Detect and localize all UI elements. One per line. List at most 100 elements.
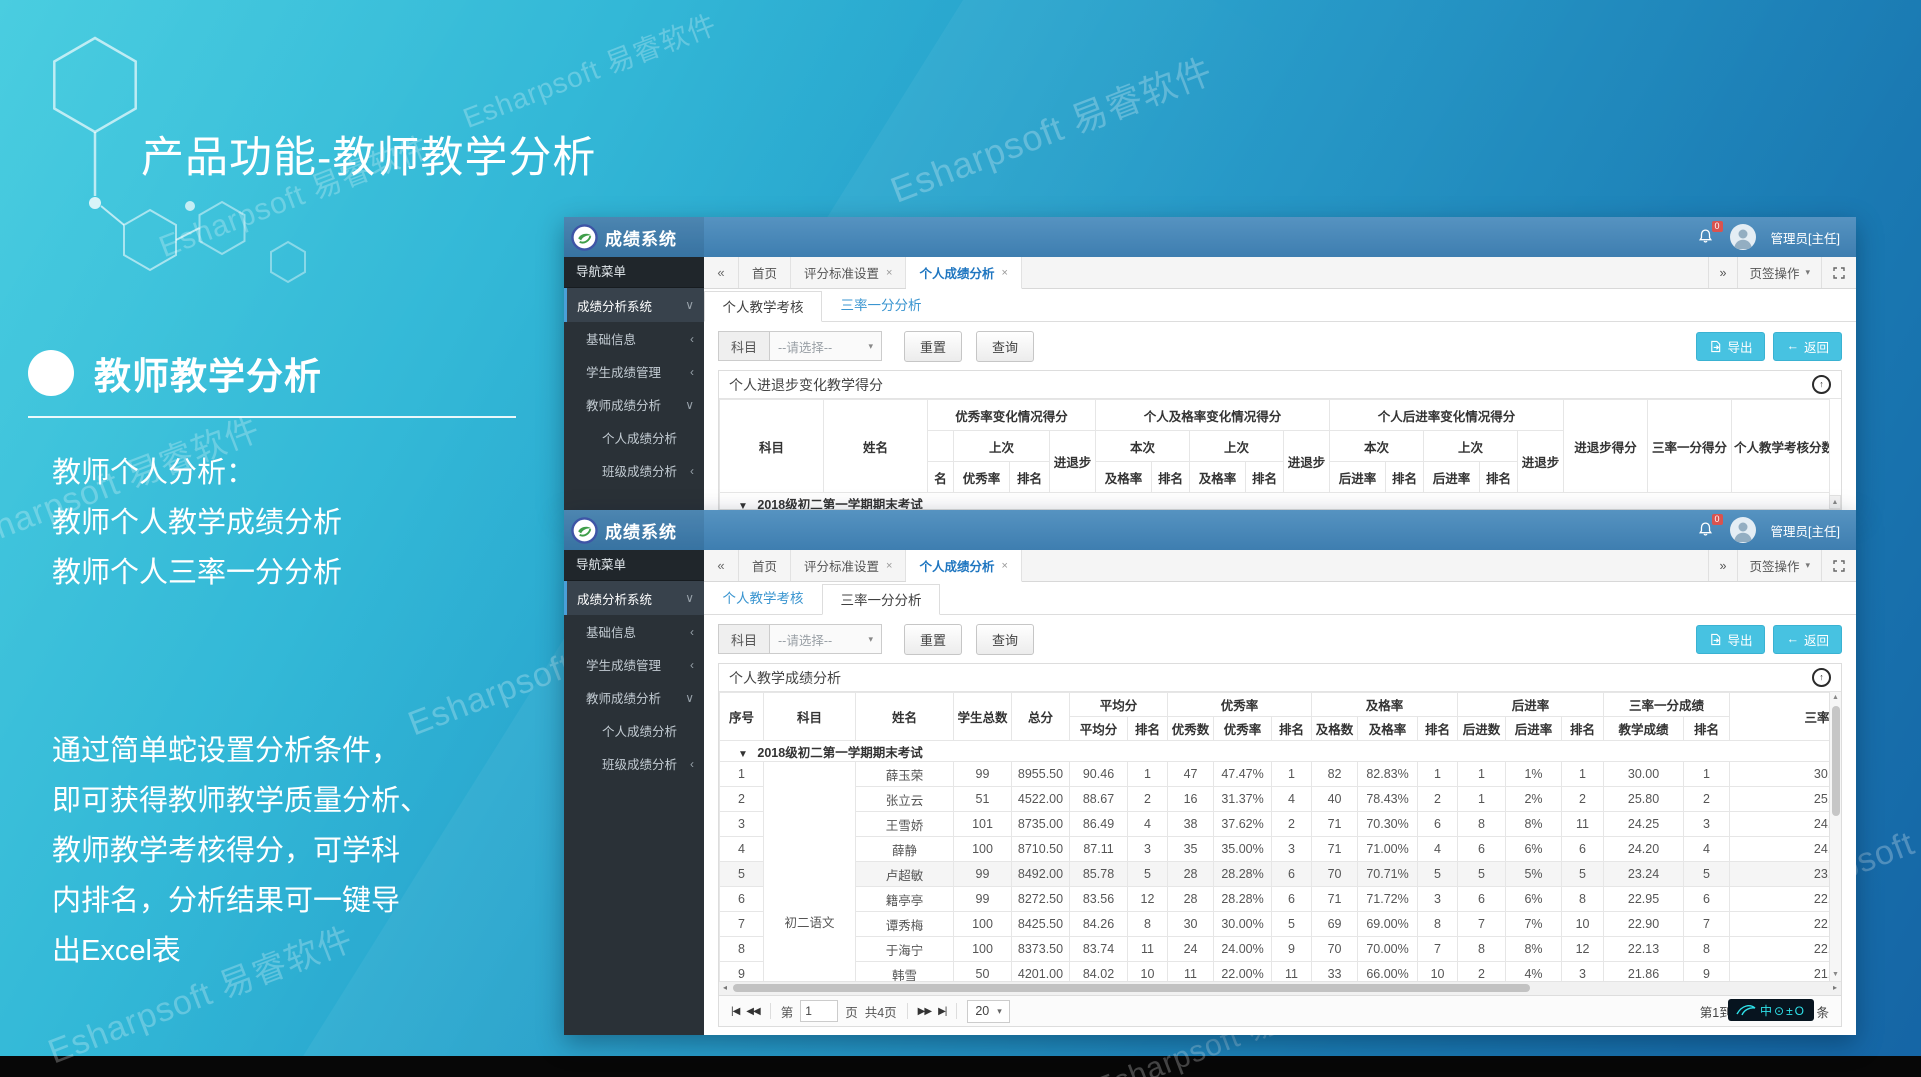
pager-next-button[interactable]: ▶▶ — [918, 1006, 931, 1017]
subtab[interactable]: 个人教学考核 — [704, 583, 822, 614]
column-header[interactable]: 姓名 — [824, 400, 928, 493]
avatar[interactable] — [1730, 224, 1756, 250]
subtab[interactable]: 三率一分分析 — [822, 290, 940, 321]
scrollbar-left-arrow[interactable]: ◂ — [719, 982, 731, 994]
scrollbar-down-arrow[interactable]: ▼ — [1832, 969, 1839, 981]
tab-operations-dropdown[interactable]: 页签操作 ▾ — [1737, 257, 1821, 288]
pager-first-button[interactable]: |◀ — [731, 1006, 739, 1017]
back-button[interactable]: ← 返回 — [1773, 625, 1842, 654]
column-header[interactable]: 及格率 — [1190, 462, 1246, 493]
column-header[interactable]: 排名 — [1152, 462, 1190, 493]
subtab-active[interactable]: 个人教学考核 — [704, 291, 822, 322]
tab-item[interactable]: 评分标准设置× — [791, 257, 906, 288]
user-name[interactable]: 管理员[主任] — [1771, 521, 1840, 540]
column-header[interactable]: 及格率 — [1096, 462, 1152, 493]
column-header[interactable]: 排名 — [1272, 717, 1312, 741]
sidebar-item[interactable]: 班级成绩分析‹ — [564, 454, 704, 487]
sidebar-item[interactable]: 学生成绩管理‹ — [564, 648, 704, 681]
page-size-select[interactable]: 20 ▾ — [967, 1000, 1009, 1023]
table-row[interactable]: 5卢超敏998492.0085.7852828.28%67070.71%555%… — [720, 862, 1842, 887]
column-header[interactable]: 进退步 — [1518, 431, 1564, 493]
tab-active[interactable]: 个人成绩分析× — [906, 550, 1021, 582]
collapse-panel-icon[interactable]: ↑ — [1812, 375, 1831, 394]
fullscreen-icon[interactable] — [1821, 257, 1856, 288]
subject-select[interactable]: --请选择-- ▾ — [770, 331, 882, 361]
table-row[interactable]: 7谭秀梅1008425.5084.2683030.00%56969.00%877… — [720, 912, 1842, 937]
column-header[interactable]: 排名 — [1684, 717, 1730, 741]
reset-button[interactable]: 重置 — [904, 331, 962, 362]
sidebar-item-root[interactable]: 成绩分析系统 ∨ — [564, 288, 704, 322]
tabs-scroll-right-icon[interactable]: » — [1708, 550, 1738, 581]
column-header[interactable]: 序号 — [720, 693, 764, 741]
column-header[interactable]: 后进率 — [1330, 462, 1386, 493]
column-header[interactable]: 排名 — [1386, 462, 1424, 493]
column-header[interactable]: 优秀率 — [954, 462, 1010, 493]
column-header[interactable]: 科目 — [720, 400, 824, 493]
column-header[interactable]: 及格数 — [1312, 717, 1358, 741]
tab-item[interactable]: 评分标准设置× — [791, 550, 906, 581]
sidebar-item[interactable]: 个人成绩分析 — [564, 714, 704, 747]
column-header[interactable]: 排名 — [1562, 717, 1604, 741]
column-header[interactable]: 后进率 — [1506, 717, 1562, 741]
sidebar-item[interactable]: 个人成绩分析 — [564, 421, 704, 454]
column-header[interactable]: 优秀率 — [1214, 717, 1272, 741]
export-button[interactable]: 导出 — [1696, 625, 1765, 654]
sidebar-item[interactable]: 教师成绩分析∨ — [564, 388, 704, 421]
sidebar-item-root[interactable]: 成绩分析系统 ∨ — [564, 581, 704, 615]
column-header[interactable]: 后进数 — [1458, 717, 1506, 741]
tabs-scroll-left-icon[interactable]: « — [704, 550, 739, 581]
table-row[interactable]: 3王雪娇1018735.0086.4943837.62%27170.30%688… — [720, 812, 1842, 837]
back-button[interactable]: ← 返回 — [1773, 332, 1842, 361]
table-row[interactable]: 9韩雪504201.0084.02101122.00%113366.00%102… — [720, 962, 1842, 982]
column-header[interactable]: 排名 — [1418, 717, 1458, 741]
reset-button[interactable]: 重置 — [904, 624, 962, 655]
column-header[interactable]: 进退步得分 — [1564, 400, 1648, 493]
table-row[interactable]: 1初二语文薛玉荣998955.5090.4614747.47%18282.83%… — [720, 762, 1842, 787]
close-icon[interactable]: × — [886, 267, 892, 279]
column-header[interactable]: 教学成绩 — [1604, 717, 1684, 741]
sidebar-item[interactable]: 基础信息‹ — [564, 322, 704, 355]
pager-last-button[interactable]: ▶| — [938, 1006, 946, 1017]
export-button[interactable]: 导出 — [1696, 332, 1765, 361]
sidebar-item[interactable]: 学生成绩管理‹ — [564, 355, 704, 388]
sidebar-item[interactable]: 基础信息‹ — [564, 615, 704, 648]
column-header[interactable]: 进退步 — [1284, 431, 1330, 493]
subtab-active[interactable]: 三率一分分析 — [822, 584, 940, 615]
table-row[interactable]: 6籍亭亭998272.5083.56122828.28%67171.72%366… — [720, 887, 1842, 912]
sidebar-item[interactable]: 班级成绩分析‹ — [564, 747, 704, 780]
close-icon[interactable]: × — [886, 560, 892, 572]
column-header[interactable]: 排名 — [1010, 462, 1050, 493]
sidebar-item[interactable]: 教师成绩分析∨ — [564, 681, 704, 714]
column-header[interactable]: 后进率 — [1424, 462, 1480, 493]
close-icon[interactable]: × — [1001, 560, 1007, 572]
tab-active[interactable]: 个人成绩分析× — [906, 257, 1021, 289]
column-header[interactable]: 个人教学考核分数 — [1732, 400, 1830, 493]
column-header[interactable]: 平均分 — [1070, 717, 1128, 741]
notification-bell-icon[interactable]: 0 — [1697, 521, 1715, 539]
column-header[interactable]: 学生总数 — [954, 693, 1012, 741]
table-row[interactable]: 2张立云514522.0088.6721631.37%44078.43%212%… — [720, 787, 1842, 812]
fullscreen-icon[interactable] — [1821, 550, 1856, 581]
column-header[interactable]: 排名 — [1480, 462, 1518, 493]
tab-item[interactable]: 首页 — [739, 257, 791, 288]
tabs-scroll-left-icon[interactable]: « — [704, 257, 739, 288]
search-button[interactable]: 查询 — [976, 624, 1034, 655]
column-header[interactable]: 优秀数 — [1168, 717, 1214, 741]
subject-select[interactable]: --请选择-- ▾ — [770, 624, 882, 654]
horizontal-scrollbar[interactable]: ◂ ▸ — [719, 981, 1841, 995]
column-header[interactable]: 及格率 — [1358, 717, 1418, 741]
scrollbar-up-arrow[interactable]: ▲ — [1832, 692, 1839, 704]
user-name[interactable]: 管理员[主任] — [1771, 228, 1840, 247]
avatar[interactable] — [1730, 517, 1756, 543]
column-header[interactable]: 排名 — [1246, 462, 1284, 493]
scrollbar-up-arrow[interactable]: ▲ — [1829, 495, 1841, 509]
tab-operations-dropdown[interactable]: 页签操作 ▾ — [1737, 550, 1821, 581]
scrollbar-thumb[interactable] — [733, 984, 1530, 992]
collapse-panel-icon[interactable]: ↑ — [1812, 668, 1831, 687]
table-row[interactable]: 4薛静1008710.5087.1133535.00%37171.00%466%… — [720, 837, 1842, 862]
tabs-scroll-right-icon[interactable]: » — [1708, 257, 1738, 288]
vertical-scrollbar[interactable]: ▲ ▼ — [1829, 692, 1841, 981]
pager-prev-button[interactable]: ◀◀ — [746, 1006, 759, 1017]
column-header[interactable]: 进退步 — [1050, 431, 1096, 493]
column-header[interactable]: 科目 — [764, 693, 856, 741]
